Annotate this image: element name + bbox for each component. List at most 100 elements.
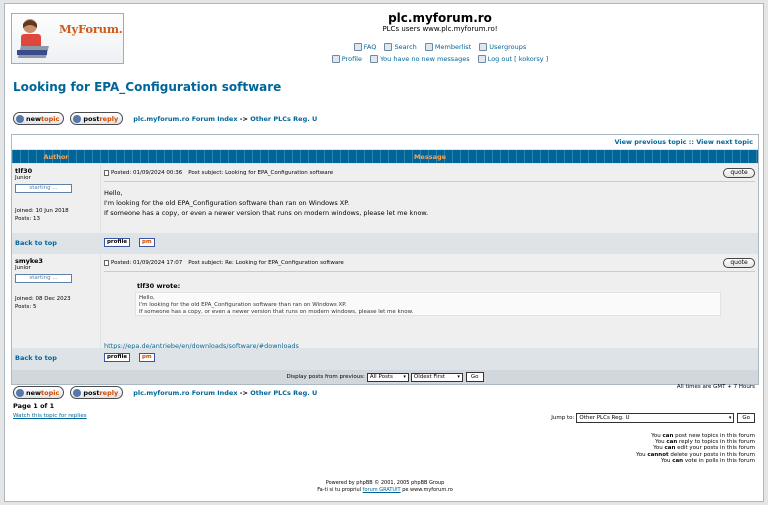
nav-memberlist[interactable]: Memberlist: [424, 43, 471, 51]
permissions-list: You can post new topics in this forum Yo…: [636, 433, 755, 464]
jump-label: Jump to:: [551, 415, 575, 421]
post-subject: Post subject: Looking for EPA_Configurat…: [188, 170, 334, 176]
breadcrumb: plc.myforum.ro Forum Index -> Other PLCs…: [133, 115, 317, 123]
author-post-count: Posts: 5: [15, 304, 37, 310]
display-go-button[interactable]: Go: [465, 372, 484, 382]
breadcrumb-index[interactable]: plc.myforum.ro Forum Index: [133, 389, 237, 397]
posts-table: View previous topic :: View next topic A…: [11, 134, 759, 385]
pm-button[interactable]: pm: [139, 238, 155, 247]
post-reply-button[interactable]: post reply: [70, 112, 124, 125]
author-joined: Joined: 10 Jun 2018: [15, 208, 69, 214]
topic-nav-separator: ::: [688, 138, 694, 146]
post-reply-button[interactable]: post reply: [70, 386, 124, 399]
footer-powered-by: Powered by phpBB © 2001, 2005 phpBB Grou…: [325, 480, 445, 486]
post-text-line: I'm looking for the old EPA_Configuratio…: [104, 199, 350, 207]
nav-usergroups[interactable]: Usergroups: [479, 43, 526, 51]
topic-navigation: View previous topic :: View next topic: [12, 135, 758, 149]
post-text-line: If someone has a copy, or even a newer v…: [104, 209, 429, 217]
post-icon: [104, 260, 109, 266]
post-divider: [104, 181, 755, 182]
profile-icon: [331, 55, 340, 63]
post-author[interactable]: tlf30: [15, 167, 32, 175]
post-footer-right: profile pm: [101, 234, 758, 253]
usergroups-icon: [479, 43, 488, 51]
topic-actions-bottom: new topic post reply plc.myforum.ro Forum …: [13, 386, 317, 399]
quote-line: Hello,: [139, 295, 155, 301]
quote-line: I'm looking for the old EPA_Configuratio…: [139, 302, 347, 308]
profile-button[interactable]: profile: [104, 353, 131, 362]
column-author: Author: [43, 153, 69, 161]
nav-row-secondary: Profile You have no new messages Log out…: [5, 55, 765, 65]
nav-messages[interactable]: You have no new messages: [370, 55, 470, 63]
nav-search[interactable]: Search: [384, 43, 417, 51]
messages-icon: [370, 55, 379, 63]
breadcrumb-forum[interactable]: Other PLCs Reg. U: [250, 115, 317, 123]
breadcrumb-index[interactable]: plc.myforum.ro Forum Index: [133, 115, 237, 123]
new-topic-button[interactable]: new topic: [13, 112, 65, 125]
chevron-down-icon: ▾: [457, 374, 460, 380]
sort-order-select[interactable]: Oldest First ▾: [410, 372, 463, 382]
site-title: plc.myforum.ro: [388, 11, 492, 25]
author-joined: Joined: 08 Dec 2023: [15, 296, 71, 302]
back-to-top-link[interactable]: Back to top: [15, 354, 57, 362]
display-label: Display posts from previous:: [286, 374, 365, 380]
page-frame: MyForum.ro plc.myforum.ro PLCs users www…: [4, 3, 764, 502]
post-subject: Post subject: Re: Looking for EPA_Config…: [188, 260, 344, 266]
watch-topic-link[interactable]: Watch this topic for replies: [13, 413, 87, 419]
quote-author: tlf30 wrote:: [137, 282, 181, 290]
profile-button[interactable]: profile: [104, 238, 131, 247]
permission-line: You can vote in polls in this forum: [660, 457, 755, 464]
display-options-bar: Display posts from previous: All Posts ▾ …: [12, 370, 758, 384]
timezone-note: All times are GMT + 7 Hours: [676, 384, 755, 390]
new-topic-icon: [16, 114, 24, 123]
view-previous-topic-link[interactable]: View previous topic: [614, 138, 686, 146]
jump-go-button[interactable]: Go: [737, 413, 755, 423]
quote-line: If someone has a copy, or even a newer v…: [139, 309, 414, 315]
post-body-cell: Posted: 01/09/2024 00:36 Post subject: L…: [101, 164, 758, 233]
post-date: Posted: 01/09/2024 00:36: [111, 170, 183, 176]
new-topic-icon: [16, 388, 24, 397]
nav-logout[interactable]: Log out [ kokorsy ]: [477, 55, 548, 63]
quote-button[interactable]: quote: [723, 168, 755, 178]
new-topic-button[interactable]: new topic: [13, 386, 65, 399]
chevron-down-icon: ▾: [403, 374, 406, 380]
jump-to-select[interactable]: Other PLCs Reg. U ▾: [576, 413, 735, 423]
breadcrumb-forum[interactable]: Other PLCs Reg. U: [250, 389, 317, 397]
post-reply-icon: [73, 114, 82, 123]
post-text-line: Hello,: [104, 189, 123, 197]
posts-range-select[interactable]: All Posts ▾: [366, 372, 409, 382]
jump-to-box: Jump to: Other PLCs Reg. U ▾ Go: [551, 413, 755, 423]
site-description: PLCs users www.plc.myforum.ro!: [382, 25, 498, 33]
author-rank: Junior: [15, 175, 31, 181]
post-author-cell: tlf30 Junior starting ... Joined: 10 Jun…: [12, 164, 100, 233]
table-header: Author Message: [12, 150, 758, 163]
memberlist-icon: [424, 43, 433, 51]
logout-icon: [477, 55, 486, 63]
quote-button[interactable]: quote: [723, 258, 755, 268]
post-author[interactable]: smyke3: [15, 257, 43, 265]
footer-promo: Fa-ti si tu propriul forum GRATUIT pe ww…: [317, 487, 453, 493]
page-footer: Powered by phpBB © 2001, 2005 phpBB Grou…: [5, 480, 765, 494]
page-info: Page 1 of 1: [13, 402, 55, 410]
breadcrumb-separator: ->: [239, 114, 248, 123]
nav-faq[interactable]: FAQ: [353, 43, 376, 51]
back-to-top-link[interactable]: Back to top: [15, 239, 57, 247]
post-footer-left: Back to top: [12, 234, 100, 253]
post-icon: [104, 170, 109, 176]
topic-title[interactable]: Looking for EPA_Configuration software: [13, 80, 281, 94]
post-row: tlf30 Junior starting ... Joined: 10 Jun…: [12, 164, 758, 253]
post-author-cell: smyke3 Junior starting ... Joined: 08 De…: [12, 254, 100, 348]
view-next-topic-link[interactable]: View next topic: [696, 138, 753, 146]
post-header: Posted: 01/09/2024 17:07 Post subject: R…: [104, 260, 344, 266]
post-divider: [104, 271, 755, 272]
post-header: Posted: 01/09/2024 00:36 Post subject: L…: [104, 170, 333, 176]
nav-row-primary: FAQ Search Memberlist Usergroups: [5, 43, 765, 53]
breadcrumb-separator: ->: [239, 388, 248, 397]
post-reply-icon: [73, 388, 82, 397]
faq-icon: [353, 43, 362, 51]
post-date: Posted: 01/09/2024 17:07: [111, 260, 183, 266]
free-forum-link[interactable]: forum GRATUIT: [363, 487, 401, 493]
nav-profile[interactable]: Profile: [331, 55, 362, 63]
pm-button[interactable]: pm: [139, 353, 155, 362]
post-row: smyke3 Junior starting ... Joined: 08 De…: [12, 254, 758, 368]
